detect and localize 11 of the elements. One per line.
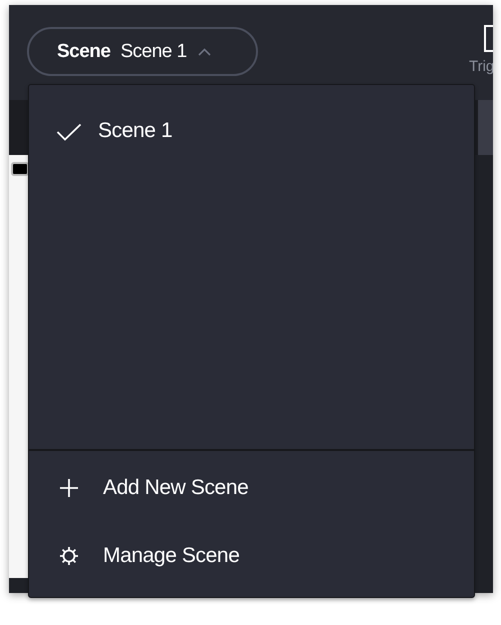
plus-icon: [59, 478, 79, 498]
toolbar-label[interactable]: Trig: [469, 58, 493, 75]
scene-item[interactable]: Scene 1: [29, 111, 474, 151]
menu-item[interactable]: Manage Scene: [29, 536, 474, 576]
caret-icon: [196, 46, 212, 56]
scene-dropdown[interactable]: Scene Scene 1: [27, 27, 258, 76]
settings-icon: [59, 546, 79, 566]
check-icon: [56, 123, 82, 141]
swatch-icon: [11, 162, 29, 176]
menu-item[interactable]: Add New Scene: [29, 468, 474, 508]
panel-background: [478, 100, 493, 155]
